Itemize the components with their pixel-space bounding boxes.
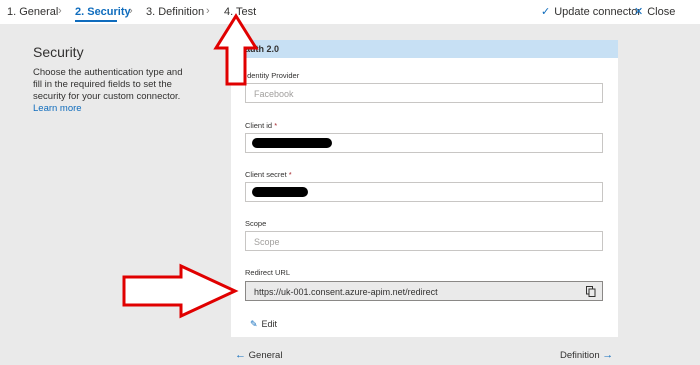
required-marker: * bbox=[288, 170, 292, 179]
next-step-button[interactable]: Definition → bbox=[560, 349, 613, 361]
section-title: Security bbox=[33, 44, 84, 60]
edit-button[interactable]: ✎ Edit bbox=[250, 319, 277, 330]
chevron-right-icon: › bbox=[129, 5, 133, 17]
redacted-client-secret bbox=[252, 187, 308, 197]
identity-provider-value: Facebook bbox=[254, 89, 294, 99]
client-secret-label-text: Client secret bbox=[245, 170, 287, 179]
edit-label: Edit bbox=[261, 319, 278, 329]
client-secret-input[interactable] bbox=[245, 182, 603, 202]
identity-provider-label: Identity Provider bbox=[245, 71, 300, 80]
previous-step-label: General bbox=[248, 350, 283, 361]
auth-card-header: auth 2.0 bbox=[231, 40, 618, 58]
scope-input[interactable]: Scope bbox=[245, 231, 603, 251]
step-general[interactable]: 1. General bbox=[7, 6, 58, 18]
active-step-indicator bbox=[75, 20, 117, 22]
step-definition[interactable]: 3. Definition bbox=[146, 6, 204, 18]
chevron-right-icon: › bbox=[206, 5, 210, 17]
redacted-client-id bbox=[252, 138, 332, 148]
auth-card: auth 2.0 Identity Provider Facebook Clie… bbox=[231, 40, 618, 337]
client-secret-label: Client secret * bbox=[245, 170, 292, 179]
previous-step-button[interactable]: ← General bbox=[235, 349, 282, 361]
next-step-label: Definition bbox=[560, 350, 600, 361]
client-id-label: Client id * bbox=[245, 121, 277, 130]
section-description: Choose the authentication type and fill … bbox=[33, 67, 183, 115]
identity-provider-field[interactable]: Facebook bbox=[245, 83, 603, 103]
chevron-right-icon: › bbox=[58, 5, 62, 17]
pencil-icon: ✎ bbox=[250, 319, 258, 329]
redirect-url-field: https://uk-001.consent.azure-apim.net/re… bbox=[245, 281, 603, 301]
arrow-right-icon: → bbox=[602, 349, 614, 361]
redirect-url-label: Redirect URL bbox=[245, 268, 291, 277]
scope-placeholder: Scope bbox=[254, 237, 280, 247]
step-test[interactable]: 4. Test bbox=[224, 6, 256, 18]
close-icon: ✕ bbox=[634, 6, 644, 18]
section-description-text: Choose the authentication type and fill … bbox=[33, 67, 183, 102]
wizard-bar: 1. General › 2. Security › 3. Definition… bbox=[0, 0, 700, 24]
copy-icon[interactable] bbox=[586, 286, 596, 297]
annotation-arrow-right bbox=[122, 263, 239, 319]
update-connector-label: Update connector bbox=[554, 6, 642, 18]
close-button[interactable]: ✕ Close bbox=[634, 5, 675, 18]
required-marker: * bbox=[274, 121, 278, 130]
arrow-left-icon: ← bbox=[235, 349, 246, 361]
step-security[interactable]: 2. Security bbox=[75, 6, 131, 18]
checkmark-icon: ✓ bbox=[541, 6, 551, 18]
redirect-url-value: https://uk-001.consent.azure-apim.net/re… bbox=[254, 287, 438, 297]
client-id-input[interactable] bbox=[245, 133, 603, 153]
close-label: Close bbox=[647, 6, 676, 18]
update-connector-button[interactable]: ✓ Update connector bbox=[541, 5, 641, 18]
learn-more-link[interactable]: Learn more bbox=[33, 103, 82, 114]
client-id-label-text: Client id bbox=[245, 121, 273, 130]
auth-type-label: auth 2.0 bbox=[245, 44, 280, 54]
scope-label: Scope bbox=[245, 219, 267, 228]
